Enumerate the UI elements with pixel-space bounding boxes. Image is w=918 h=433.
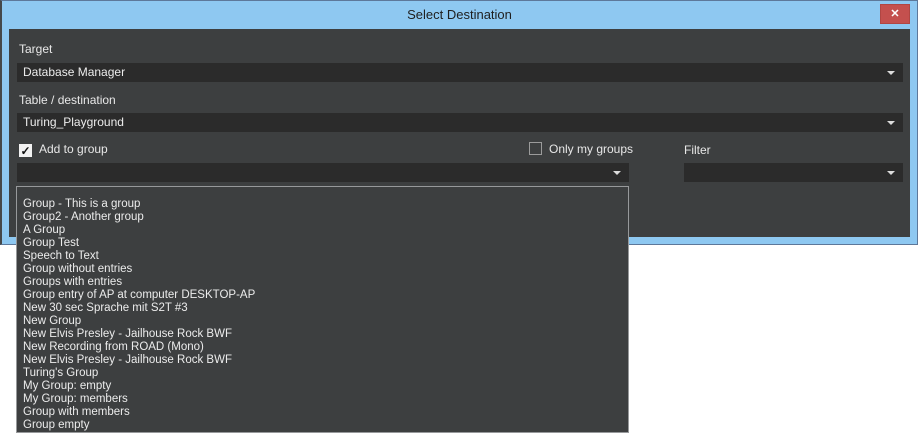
titlebar[interactable]: Select Destination ✕	[2, 1, 917, 29]
group-option[interactable]: Group without entries	[17, 263, 628, 276]
chevron-down-icon	[613, 171, 621, 175]
group-option[interactable]: Groups with entries	[17, 276, 628, 289]
group-option[interactable]: Group entry of AP at computer DESKTOP-AP	[17, 289, 628, 302]
only-my-groups-checkbox[interactable]	[529, 142, 542, 155]
group-option[interactable]: Group Test	[17, 237, 628, 250]
group-option[interactable]: Turing's Group	[17, 367, 628, 380]
group-option[interactable]: New 30 sec Sprache mit S2T #3	[17, 302, 628, 315]
group-dropdown-list[interactable]: Group - This is a groupGroup2 - Another …	[16, 186, 629, 433]
add-to-group-label: Add to group	[39, 142, 108, 156]
add-to-group-row[interactable]: ✓ Add to group	[19, 142, 108, 157]
table-destination-combobox[interactable]: Turing_Playground	[17, 113, 903, 132]
only-my-groups-row[interactable]: Only my groups	[529, 142, 633, 156]
dialog-title: Select Destination	[2, 1, 917, 29]
group-option[interactable]: New Recording from ROAD (Mono)	[17, 341, 628, 354]
group-option[interactable]: Group empty	[17, 419, 628, 432]
close-button[interactable]: ✕	[880, 4, 910, 24]
group-option[interactable]: New Elvis Presley - Jailhouse Rock BWF	[17, 328, 628, 341]
chevron-down-icon	[887, 121, 895, 125]
table-destination-combobox-value: Turing_Playground	[23, 113, 124, 132]
target-label: Target	[19, 42, 52, 56]
group-combobox[interactable]	[17, 163, 629, 182]
group-option[interactable]: My Group: members	[17, 393, 628, 406]
group-option[interactable]: My Group: empty	[17, 380, 628, 393]
chevron-down-icon	[887, 171, 895, 175]
filter-combobox[interactable]	[684, 163, 903, 182]
group-option[interactable]: Group with members	[17, 406, 628, 419]
group-option[interactable]: Group - This is a group	[17, 198, 628, 211]
group-option[interactable]: Group2 - Another group	[17, 211, 628, 224]
group-option[interactable]: Speech to Text	[17, 250, 628, 263]
group-option[interactable]: A Group	[17, 224, 628, 237]
target-combobox-value: Database Manager	[23, 63, 125, 82]
add-to-group-checkbox[interactable]: ✓	[19, 144, 32, 157]
chevron-down-icon	[887, 71, 895, 75]
group-option[interactable]: New Elvis Presley - Jailhouse Rock BWF	[17, 354, 628, 367]
target-combobox[interactable]: Database Manager	[17, 63, 903, 82]
table-destination-label: Table / destination	[19, 93, 116, 107]
group-option[interactable]: New Group	[17, 315, 628, 328]
filter-label: Filter	[684, 143, 711, 157]
only-my-groups-label: Only my groups	[549, 142, 633, 156]
close-icon: ✕	[881, 5, 909, 23]
